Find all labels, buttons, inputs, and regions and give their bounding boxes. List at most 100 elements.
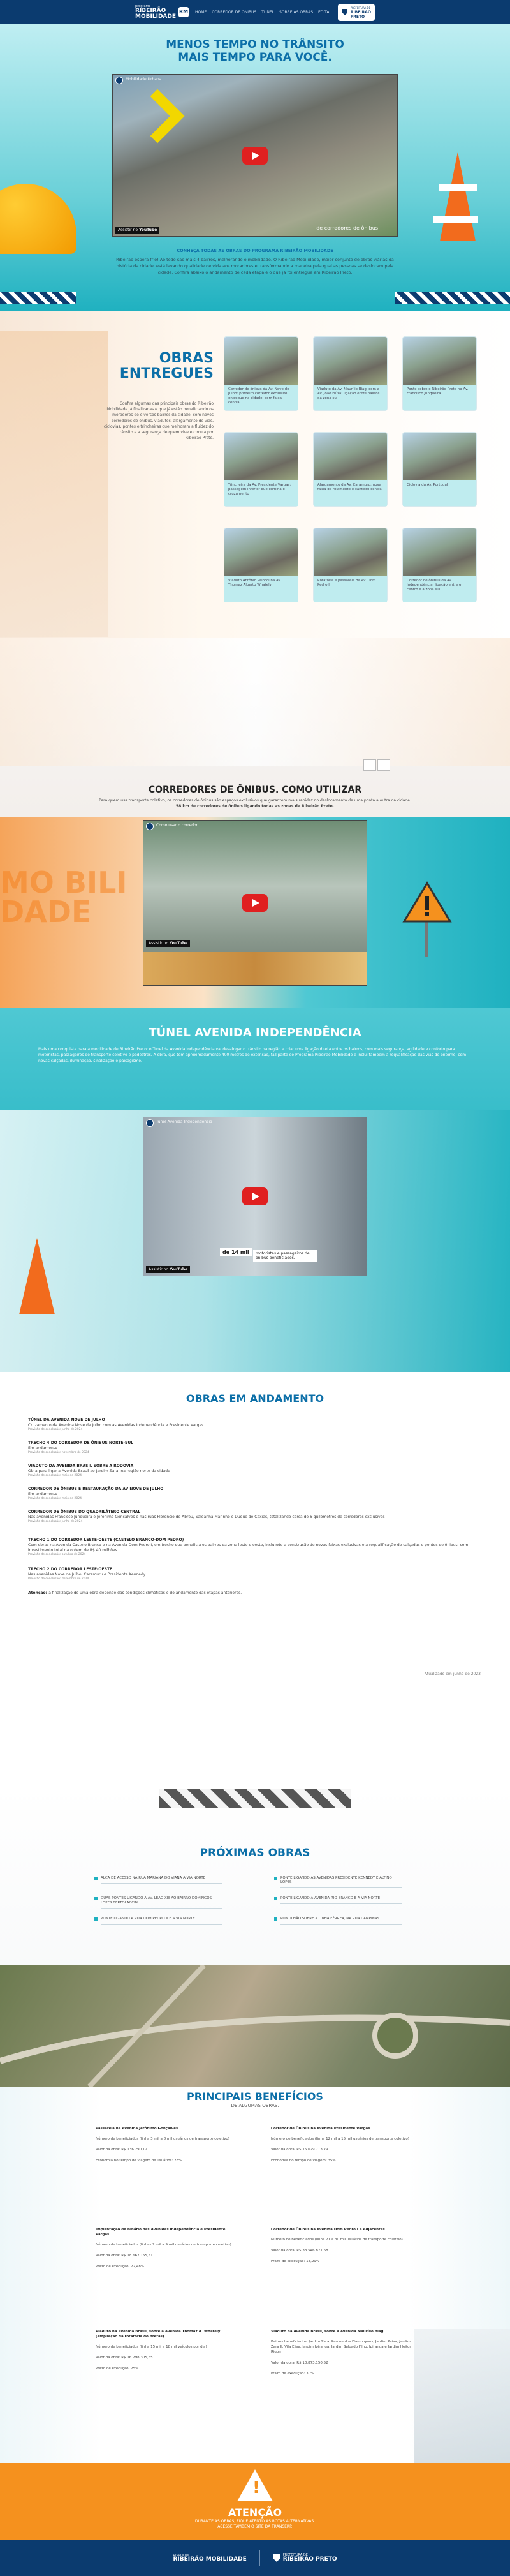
beneficio-block: Corredor de Ônibus na Avenida Presidente… bbox=[271, 2126, 414, 2169]
beneficio-row: Prazo de execução: 22,48% bbox=[96, 2265, 145, 2268]
item-desc: Com obras na Avenida Castelo Branco e na… bbox=[28, 1543, 469, 1552]
proximas-title: PRÓXIMAS OBRAS bbox=[200, 1847, 310, 1859]
item-meta: Previsão de conclusão: junho de 2024 bbox=[28, 1428, 83, 1431]
footer-logo-line2: RIBEIRÃO MOBILIDADE bbox=[173, 2556, 247, 2563]
footer-prefeitura-logo[interactable]: PREFEITURA DE RIBEIRÃO PRETO bbox=[273, 2553, 337, 2563]
mobilidade-watermark: MO BILI DADE bbox=[0, 865, 127, 929]
obra-card[interactable]: Trincheira da Av. Presidente Vargas: pas… bbox=[224, 433, 298, 506]
video-caption-1: de 14 mil bbox=[220, 1248, 252, 1256]
beneficio-row: Valor da obra: R$ 18.667.155,51 bbox=[96, 2254, 153, 2258]
city-crest-icon bbox=[342, 9, 347, 15]
nav-tunel[interactable]: TÚNEL bbox=[261, 10, 274, 15]
beneficio-row: Prazo de execução: 25% bbox=[96, 2367, 139, 2371]
andamento-item: TRECHO 2 DO CORREDOR LESTE-OESTE Nas aven… bbox=[28, 1567, 487, 1581]
nav-corredor[interactable]: CORREDOR DE ÔNIBUS bbox=[212, 10, 256, 15]
item-title: TRECHO 1 DO CORREDOR LESTE-OESTE (CASTEL… bbox=[28, 1538, 184, 1542]
beneficios-title: PRINCIPAIS BENEFÍCIOS bbox=[187, 2090, 323, 2103]
hard-hat-illustration bbox=[0, 184, 76, 254]
note-text: a finalização de uma obra depende das co… bbox=[48, 1591, 242, 1595]
item-meta: Previsão de conclusão: maio de 2024 bbox=[28, 1497, 82, 1500]
watch-on-label: Assistir no bbox=[149, 941, 169, 946]
watch-on-youtube-button[interactable]: Assistir no YouTube bbox=[146, 940, 191, 947]
beneficios-section: PRINCIPAIS BENEFÍCIOS DE ALGUMAS OBRAS. … bbox=[0, 2087, 510, 2463]
road-lines-graphic bbox=[0, 1965, 510, 2087]
obra-photo bbox=[403, 433, 476, 480]
tunel-video-player[interactable]: Túnel Avenida Independência de 14 mil mo… bbox=[143, 1117, 367, 1276]
obra-photo bbox=[224, 337, 298, 385]
watch-on-youtube-button[interactable]: Assistir no YouTube bbox=[115, 227, 160, 234]
tunel-text: Mais uma conquista para a mobilidade de … bbox=[38, 1047, 467, 1063]
proxima-obra-item: PONTILHÃO SOBRE A LINHA FÉRREA, NA RUA C… bbox=[274, 1917, 402, 1925]
obra-card[interactable]: Rotatória e passarela da Av. Dom Pedro I bbox=[314, 528, 387, 602]
youtube-label: YouTube bbox=[169, 941, 188, 946]
slider-arrow-left-icon[interactable] bbox=[363, 759, 376, 771]
nav-edital[interactable]: EDITAL bbox=[318, 10, 332, 15]
beneficio-block: Implantação de Binário nas Avenidas Inde… bbox=[96, 2227, 239, 2275]
beneficios-subtitle: DE ALGUMAS OBRAS. bbox=[231, 2103, 279, 2108]
footer-prefeitura-line2: RIBEIRÃO PRETO bbox=[282, 2556, 337, 2563]
slider-arrow-right-icon[interactable] bbox=[377, 759, 390, 771]
beneficio-title: Corredor de Ônibus na Avenida Dom Pedro … bbox=[271, 2228, 385, 2231]
channel-avatar bbox=[146, 823, 154, 830]
city-crest-icon bbox=[273, 2554, 280, 2562]
obra-photo bbox=[224, 528, 298, 576]
hero-video-player[interactable]: Mobilidade Urbana de corredores de ônibu… bbox=[112, 74, 398, 237]
atencao-banner: ATENÇÃO DURANTE AS OBRAS, FIQUE ATENTO À… bbox=[0, 2463, 510, 2540]
atencao-line2[interactable]: ACESSE TAMBÉM O SITE DA TRANSERP. bbox=[217, 2524, 292, 2529]
cone-stripe bbox=[433, 216, 478, 223]
rm-badge-icon: RM bbox=[178, 7, 189, 17]
updated-date: Atualizado em junho de 2023 bbox=[424, 1672, 481, 1676]
play-button-icon[interactable] bbox=[242, 894, 268, 912]
obras-andamento-section: OBRAS EM ANDAMENTO TÚNEL DA AVENIDA NOVE… bbox=[0, 1372, 510, 1787]
hazard-stripe bbox=[0, 292, 76, 304]
obra-card[interactable]: Corredor de ônibus da Av. Independência:… bbox=[403, 528, 476, 602]
watch-on-youtube-button[interactable]: Assistir no YouTube bbox=[146, 1266, 191, 1273]
traffic-cone-illustration bbox=[19, 1238, 55, 1314]
obra-card[interactable]: Viaduto da Av. Maurílio Biagi com a Av. … bbox=[314, 337, 387, 410]
beneficio-row: Economia no tempo de viagem: 35% bbox=[271, 2159, 336, 2163]
corredores-video-player[interactable]: Como usar o corredor Assistir no YouTube bbox=[143, 820, 367, 986]
proximas-obras-section: PRÓXIMAS OBRAS ALÇA DE ACESSO NA RUA MAR… bbox=[0, 1787, 510, 2087]
obra-card-text: Ciclovia da Av. Portugal bbox=[403, 480, 476, 506]
prefeitura-line1: PREFEITURA DE bbox=[350, 6, 371, 10]
youtube-label: YouTube bbox=[169, 1267, 188, 1272]
andamento-item: TÚNEL DA AVENIDA NOVE DE JULHO Cruzamento… bbox=[28, 1418, 487, 1432]
obras-entregues-description: Confira algumas das principais obras do … bbox=[104, 401, 214, 440]
video-title: Mobilidade Urbana bbox=[126, 77, 162, 82]
beneficio-row: Número de beneficiados (linha 12 mil a 1… bbox=[271, 2137, 409, 2141]
video-title: Túnel Avenida Independência bbox=[156, 1120, 212, 1124]
play-button-icon[interactable] bbox=[242, 1187, 268, 1205]
nav-home[interactable]: HOME bbox=[195, 10, 207, 15]
warning-triangle-icon bbox=[237, 2469, 273, 2501]
obra-card[interactable]: Corredor de ônibus da Av. Nove de Julho:… bbox=[224, 337, 298, 410]
warning-sign-icon bbox=[402, 881, 452, 957]
prefeitura-logo[interactable]: PREFEITURA DE RIBEIRÃO PRETO bbox=[337, 3, 375, 21]
obra-card[interactable]: Ciclovia da Av. Portugal bbox=[403, 433, 476, 506]
watch-on-label: Assistir no bbox=[118, 228, 138, 232]
beneficio-title: Viaduto na Avenida Brasil, sobre a Aveni… bbox=[96, 2330, 221, 2339]
item-title: TRECHO 2 DO CORREDOR LESTE-OESTE bbox=[28, 1567, 113, 1572]
obras-entregues-title: OBRAS ENTREGUES bbox=[86, 351, 214, 382]
ribeirao-mobilidade-logo[interactable]: programa RIBEIRÃO MOBILIDADE RM bbox=[135, 4, 189, 20]
intro-heading: CONHEÇA TODAS AS OBRAS DO PROGRAMA RIBEI… bbox=[177, 248, 333, 253]
play-button-icon[interactable] bbox=[242, 146, 268, 165]
footer-mobilidade-logo[interactable]: programa RIBEIRÃO MOBILIDADE bbox=[173, 2553, 247, 2563]
channel-avatar bbox=[146, 1119, 154, 1127]
beneficio-title: Passarela na Avenida Jerônimo Gonçalves bbox=[96, 2127, 178, 2131]
beneficio-title: Corredor de Ônibus na Avenida Presidente… bbox=[271, 2127, 370, 2131]
andamento-item: TRECHO 4 DO CORREDOR DE ÔNIBUS NORTE-SUL… bbox=[28, 1441, 487, 1455]
proxima-obra-item: PONTE LIGANDO A RUA DOM PEDRO II E A VIA… bbox=[94, 1917, 222, 1925]
obra-card[interactable]: Ponte sobre o Ribeirão Preto na Av. Fran… bbox=[403, 337, 476, 410]
beneficio-block: Viaduto na Avenida Brasil, sobre a Aveni… bbox=[271, 2329, 414, 2382]
item-meta: Previsão de conclusão: dezembro de 2024 bbox=[28, 1577, 89, 1581]
nav-sobre-obras[interactable]: SOBRE AS OBRAS bbox=[279, 10, 313, 15]
obra-card[interactable]: Viaduto Antônio Palocci na Av. Thomaz Al… bbox=[224, 528, 298, 602]
proxima-obra-item: DUAS PONTES LIGANDO A AV. LEÃO XIII AO B… bbox=[94, 1896, 222, 1909]
obra-photo bbox=[314, 337, 387, 385]
hero-section: MENOS TEMPO NO TRÂNSITO MAIS TEMPO PARA … bbox=[0, 24, 510, 311]
obra-card[interactable]: Alargamento da Av. Caramuru: nova faixa … bbox=[314, 433, 387, 506]
atencao-text: DURANTE AS OBRAS, FIQUE ATENTO ÀS ROTAS … bbox=[0, 2519, 510, 2529]
footer-divider bbox=[259, 2549, 260, 2566]
worker-illustration bbox=[414, 2329, 510, 2463]
obra-card-text: Corredor de ônibus da Av. Nove de Julho:… bbox=[224, 385, 298, 410]
